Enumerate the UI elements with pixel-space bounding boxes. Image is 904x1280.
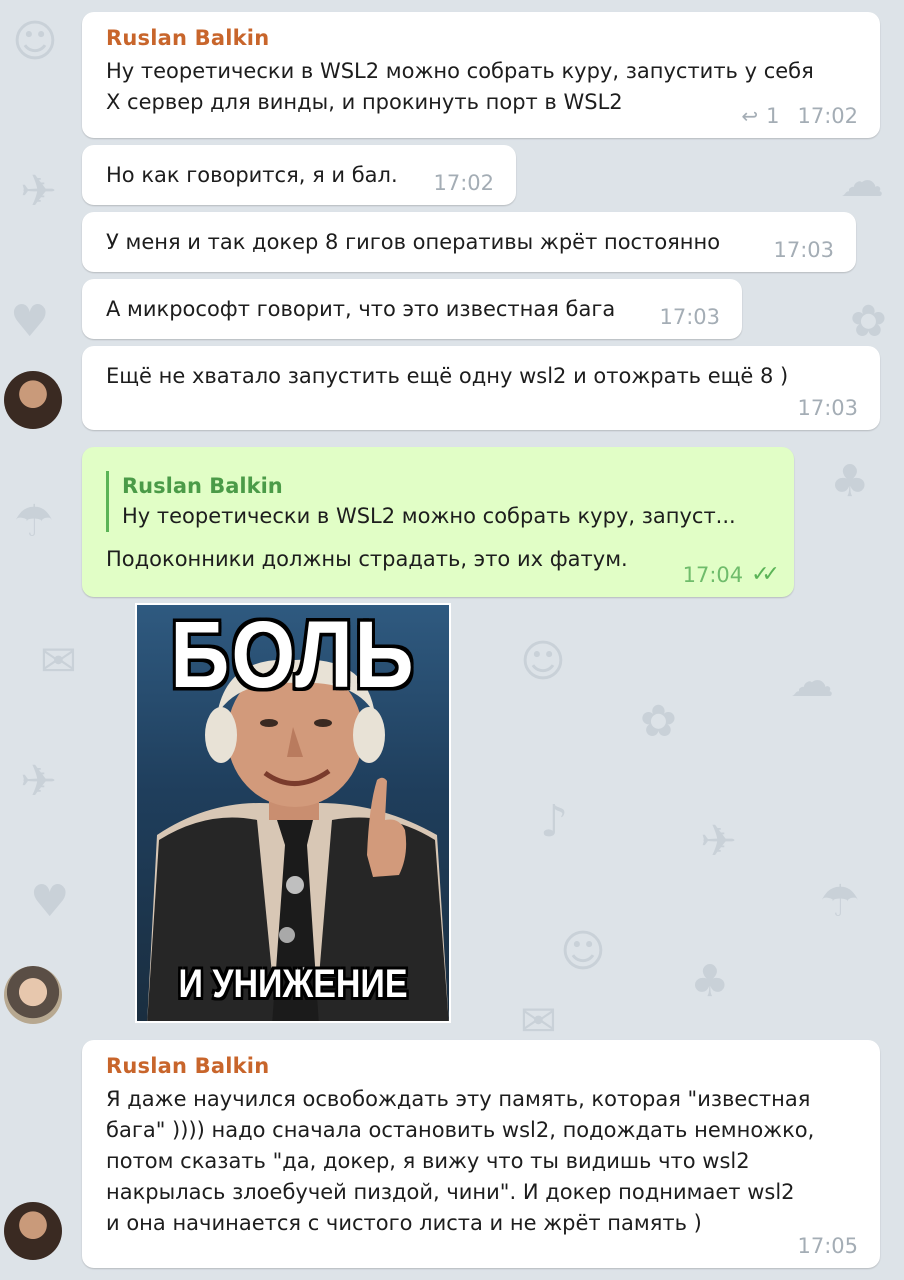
message-time: 17:04 [682,562,744,587]
user-avatar[interactable] [4,966,62,1024]
meme-bottom-text: И УНИЖЕНИЕ [178,962,408,1006]
message-time: 17:03 [659,305,720,329]
reply-count[interactable]: 1 [766,104,779,128]
message-bubble[interactable]: Ruslan Balkin Ну теоретически в WSL2 мож… [82,447,794,597]
message-text: А микрософт говорит, что это известная б… [106,297,616,321]
sender-name[interactable]: Ruslan Balkin [106,26,856,50]
message-text: Подоконники должны страдать, это их фату… [106,547,628,571]
message-bubble[interactable]: Но как говорится, я и бал. 17:02 [82,145,516,205]
reply-quote-sender: Ruslan Balkin [122,474,283,498]
message-meta: 17:02 [433,171,494,195]
message-time: 17:02 [433,171,494,195]
reply-arrow-icon[interactable]: ↩ [741,104,758,128]
message-text: Ещё не хватало запустить ещё одну wsl2 и… [106,364,789,388]
message-meta: 17:03 [773,238,834,262]
meme-image[interactable]: БОЛЬ И УНИЖЕНИЕ [135,603,451,1023]
message-time: 17:03 [773,238,834,262]
user-avatar[interactable] [4,1202,62,1260]
message-meta: 17:04 ✓✓ [682,562,780,587]
message-text: У меня и так докер 8 гигов оперативы жрё… [106,230,721,254]
reply-quote[interactable]: Ruslan Balkin Ну теоретически в WSL2 мож… [106,471,770,532]
message-meta: 17:03 [797,396,858,420]
message-meta: 17:03 [659,305,720,329]
message-time: 17:02 [797,104,858,128]
reply-quote-text: Ну теоретически в WSL2 можно собрать кур… [122,504,736,528]
sender-name[interactable]: Ruslan Balkin [106,1054,856,1078]
message-time: 17:05 [797,1234,858,1258]
message-text: Я даже научился освобождать эту память, … [106,1087,815,1235]
message-bubble[interactable]: А микрософт говорит, что это известная б… [82,279,742,339]
message-bubble[interactable]: У меня и так докер 8 гигов оперативы жрё… [82,212,856,272]
message-time: 17:03 [797,396,858,420]
double-check-icon: ✓✓ [751,562,780,587]
message-bubble[interactable]: Ещё не хватало запустить ещё одну wsl2 и… [82,346,880,430]
message-bubble[interactable]: Ruslan Balkin Я даже научился освобождат… [82,1040,880,1268]
meme-top-text: БОЛЬ [170,603,416,708]
user-avatar[interactable] [4,371,62,429]
message-meta: 17:05 [797,1234,858,1258]
message-meta: ↩ 1 17:02 [741,104,858,128]
message-bubble[interactable]: Ruslan Balkin Ну теоретически в WSL2 мож… [82,12,880,138]
